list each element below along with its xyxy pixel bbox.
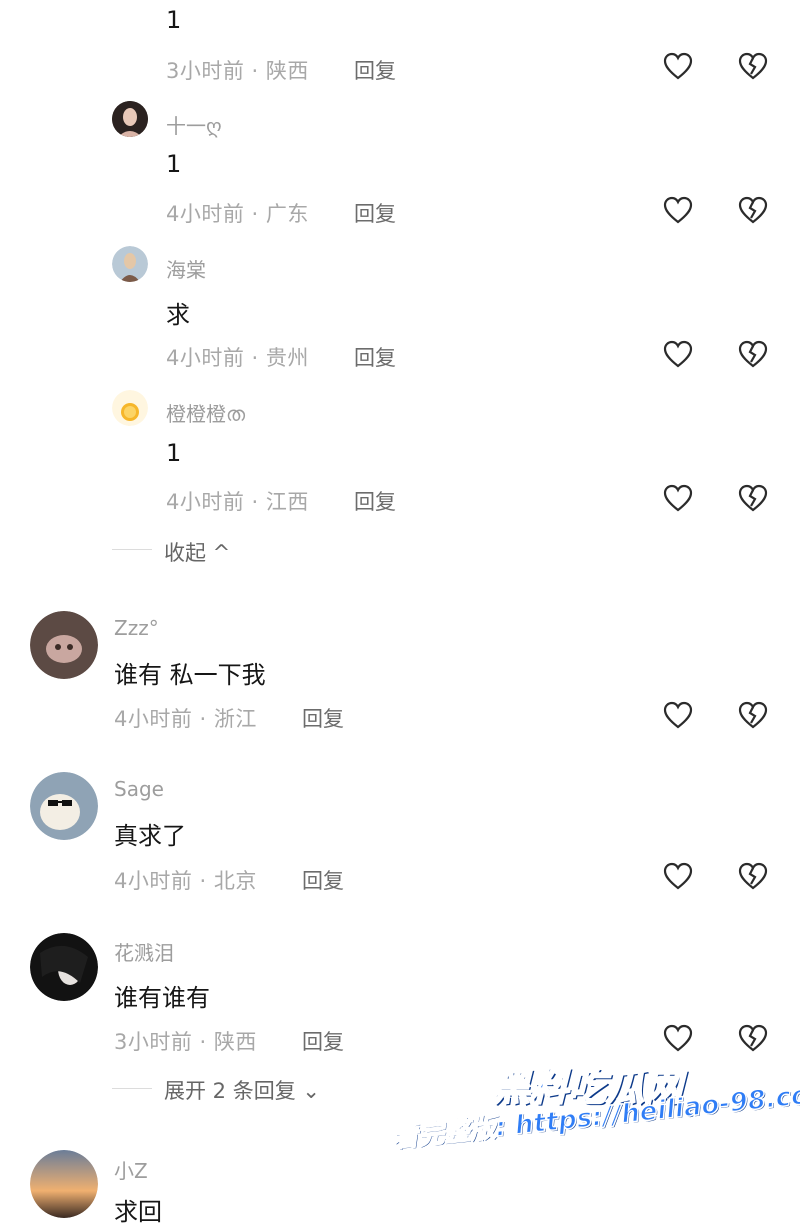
- comment-time-location: 3小时前 · 陕西: [114, 1030, 257, 1054]
- comment-text: 求: [166, 301, 190, 329]
- comment-text: 真求了: [114, 822, 186, 850]
- reply-button[interactable]: 回复: [354, 55, 396, 85]
- avatar[interactable]: [112, 246, 148, 282]
- comment-time-location: 4小时前 · 广东: [166, 202, 309, 226]
- comment-text: 谁有谁有: [114, 984, 210, 1012]
- comment-text: 1: [166, 439, 182, 467]
- expand-replies-button[interactable]: 展开 2 条回复 ⌄: [164, 1075, 320, 1105]
- avatar[interactable]: [30, 772, 98, 840]
- avatar[interactable]: [112, 390, 148, 426]
- heart-outline-icon[interactable]: [663, 1024, 693, 1052]
- broken-heart-icon[interactable]: [738, 701, 768, 729]
- broken-heart-icon[interactable]: [738, 484, 768, 512]
- divider-line: [112, 1088, 152, 1089]
- avatar[interactable]: [30, 611, 98, 679]
- username[interactable]: 海棠: [166, 254, 206, 283]
- avatar[interactable]: [30, 933, 98, 1001]
- comment-text: 求回: [114, 1198, 162, 1226]
- reply-button[interactable]: 回复: [354, 198, 396, 228]
- username[interactable]: 十一ღ: [166, 110, 222, 139]
- heart-outline-icon[interactable]: [663, 196, 693, 224]
- comment-time-location: 4小时前 · 北京: [114, 869, 257, 893]
- reply-button[interactable]: 回复: [354, 486, 396, 516]
- heart-outline-icon[interactable]: [663, 701, 693, 729]
- username[interactable]: 小Z: [114, 1155, 148, 1184]
- comment-text: 1: [166, 6, 182, 34]
- comment-time-location: 3小时前 · 陕西: [166, 59, 309, 83]
- username[interactable]: 花溅泪: [114, 937, 174, 966]
- reply-button[interactable]: 回复: [302, 865, 344, 895]
- avatar[interactable]: [30, 1150, 98, 1218]
- divider-line: [112, 549, 152, 550]
- comment-time-location: 4小时前 · 江西: [166, 490, 309, 514]
- reply-button[interactable]: 回复: [354, 342, 396, 372]
- comment-text: 谁有 私一下我: [114, 661, 266, 689]
- broken-heart-icon[interactable]: [738, 340, 768, 368]
- heart-outline-icon[interactable]: [663, 340, 693, 368]
- reply-button[interactable]: 回复: [302, 703, 344, 733]
- username[interactable]: Sage: [114, 777, 164, 801]
- username[interactable]: Zzz°: [114, 616, 159, 640]
- broken-heart-icon[interactable]: [738, 862, 768, 890]
- broken-heart-icon[interactable]: [738, 1024, 768, 1052]
- comment-time-location: 4小时前 · 贵州: [166, 346, 309, 370]
- heart-outline-icon[interactable]: [663, 484, 693, 512]
- comment-time-location: 4小时前 · 浙江: [114, 707, 257, 731]
- comment-text: 1: [166, 150, 182, 178]
- reply-button[interactable]: 回复: [302, 1026, 344, 1056]
- broken-heart-icon[interactable]: [738, 52, 768, 80]
- broken-heart-icon[interactable]: [738, 196, 768, 224]
- collapse-replies-button[interactable]: 收起 ^: [164, 537, 230, 567]
- username[interactable]: 橙橙橙ത: [166, 398, 245, 427]
- avatar[interactable]: [112, 101, 148, 137]
- heart-outline-icon[interactable]: [663, 862, 693, 890]
- heart-outline-icon[interactable]: [663, 52, 693, 80]
